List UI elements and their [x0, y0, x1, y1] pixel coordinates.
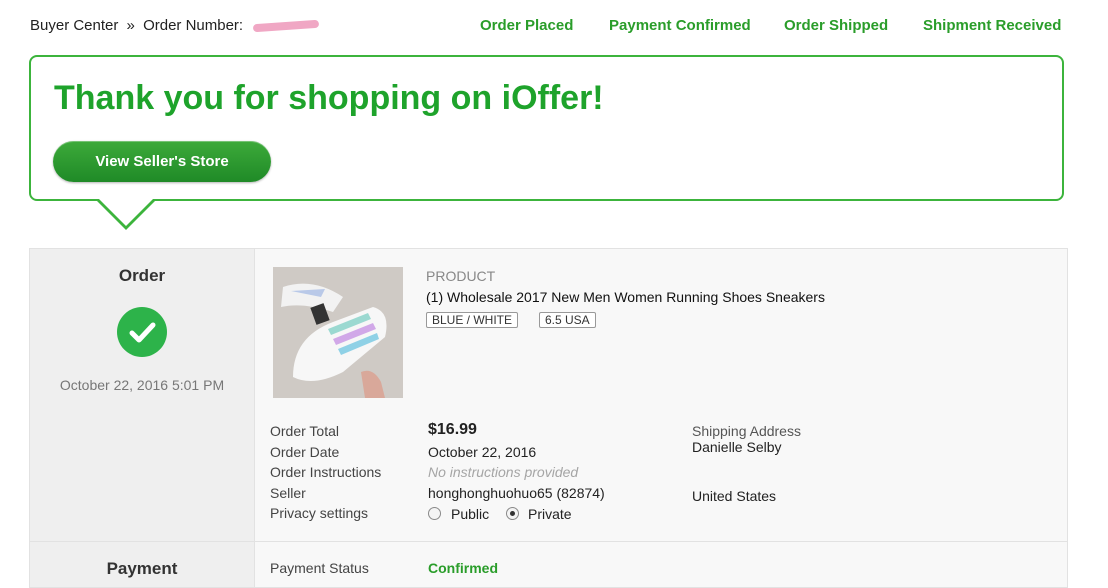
order-total-value: $16.99	[428, 421, 477, 438]
order-section-label: Order	[118, 266, 166, 285]
redacted-order-number	[253, 19, 320, 33]
seller-value[interactable]: honghonghuohuo65 (82874)	[428, 485, 605, 501]
shipping-name: Danielle Selby	[692, 439, 782, 455]
step-shipment-received: Shipment Received	[923, 17, 1062, 34]
seller-label: Seller	[270, 485, 306, 501]
step-order-shipped: Order Shipped	[784, 17, 889, 34]
product-title[interactable]: Wholesale 2017 New Men Women Running Sho…	[447, 289, 825, 305]
order-instructions-label: Order Instructions	[270, 464, 382, 480]
order-instructions-value: No instructions provided	[428, 464, 579, 480]
order-date-value: October 22, 2016	[428, 444, 537, 460]
view-seller-store-button[interactable]: View Seller's Store	[53, 141, 271, 182]
product-image[interactable]	[273, 267, 403, 398]
banner-pointer-fill	[99, 199, 153, 226]
breadcrumb-separator: »	[126, 17, 135, 34]
product-option-size: 6.5 USA	[539, 312, 596, 328]
order-total-label: Order Total	[270, 423, 339, 439]
section-label-column: Order October 22, 2016 5:01 PM Payment	[30, 249, 255, 587]
breadcrumb: Buyer Center » Order Number:	[30, 17, 320, 34]
product-quantity: (1)	[426, 289, 444, 305]
payment-status-label: Payment Status	[270, 560, 369, 576]
breadcrumb-buyer-center[interactable]: Buyer Center	[30, 17, 118, 34]
privacy-settings-label: Privacy settings	[270, 505, 369, 521]
section-divider	[30, 541, 1067, 542]
privacy-private-label[interactable]: Private	[528, 506, 572, 522]
privacy-public-label[interactable]: Public	[451, 506, 489, 522]
shipping-address-label: Shipping Address	[692, 423, 801, 439]
order-date-label: Order Date	[270, 444, 340, 460]
top-bar: Buyer Center » Order Number: Order Place…	[0, 0, 1108, 50]
order-number-label: Order Number:	[143, 17, 244, 34]
payment-status-value: Confirmed	[428, 560, 498, 576]
thank-you-title: Thank you for shopping on iOffer!	[54, 79, 604, 117]
order-datetime: October 22, 2016 5:01 PM	[59, 377, 225, 393]
product-title-line[interactable]: (1) Wholesale 2017 New Men Women Running…	[426, 289, 825, 305]
thank-you-banner: Thank you for shopping on iOffer! View S…	[29, 55, 1064, 201]
step-order-placed: Order Placed	[480, 17, 574, 34]
order-details-panel: Order October 22, 2016 5:01 PM Payment P…	[29, 248, 1068, 588]
privacy-private-radio[interactable]	[506, 507, 519, 520]
payment-section-label: Payment	[106, 559, 178, 578]
privacy-public-radio[interactable]	[428, 507, 441, 520]
product-kicker: PRODUCT	[426, 268, 496, 284]
step-payment-confirmed: Payment Confirmed	[609, 17, 751, 34]
check-circle-icon	[117, 307, 167, 357]
product-option-color: BLUE / WHITE	[426, 312, 519, 328]
shipping-country: United States	[692, 488, 777, 504]
